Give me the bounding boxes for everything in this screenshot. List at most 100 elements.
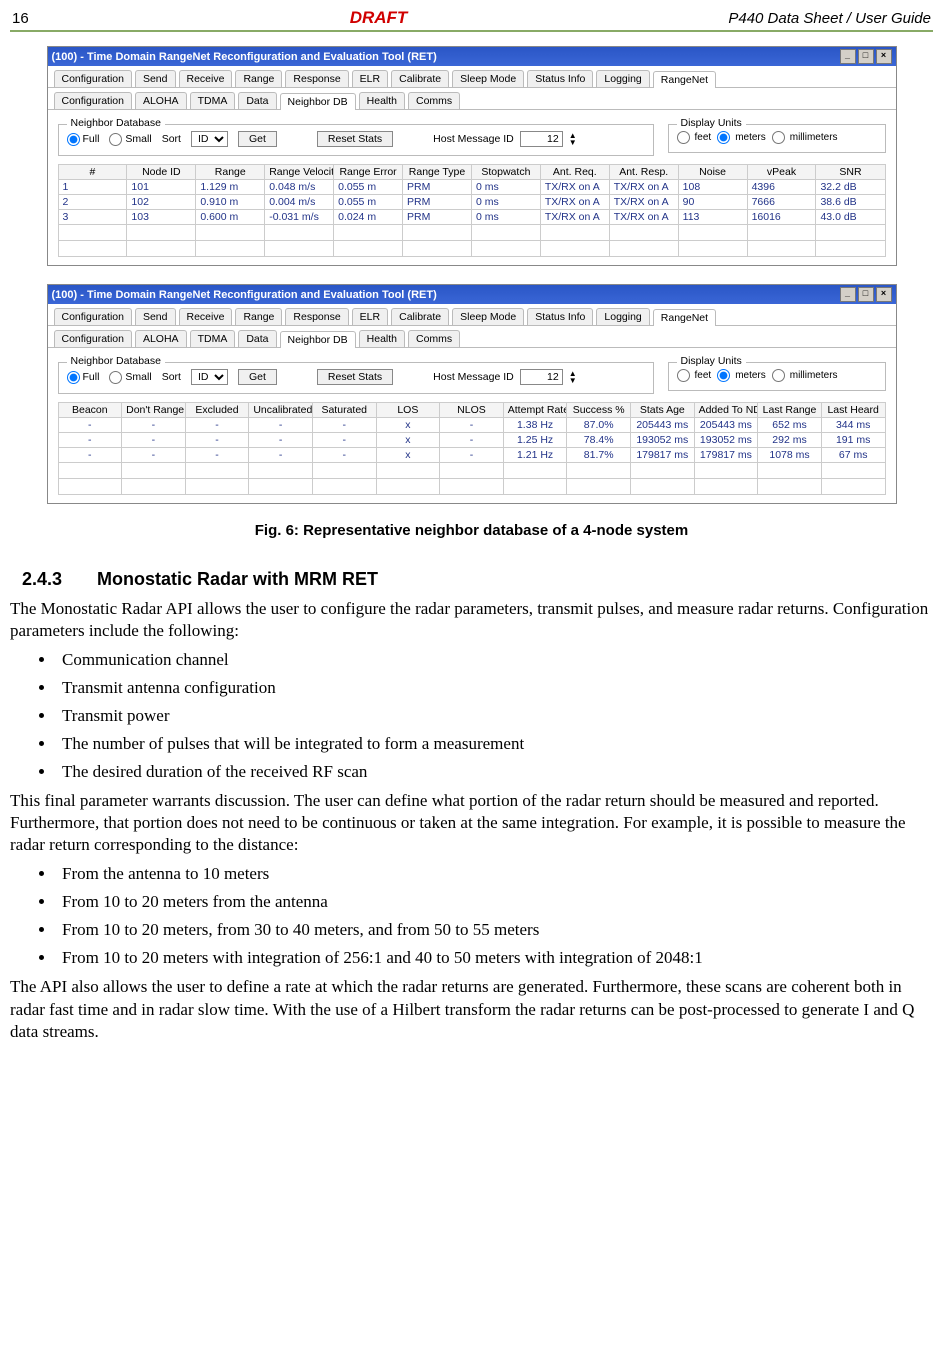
radio-millimeters-2[interactable]: millimeters xyxy=(772,369,838,382)
close-icon[interactable]: × xyxy=(876,49,892,64)
column-header[interactable]: Uncalibrated xyxy=(249,403,313,418)
tab-sleep-mode[interactable]: Sleep Mode xyxy=(452,308,524,325)
table-row[interactable]: 21020.910 m0.004 m/s0.055 mPRM0 msTX/RX … xyxy=(58,195,885,210)
reset-stats-button[interactable]: Reset Stats xyxy=(317,131,393,147)
bullet-list-1: Communication channelTransmit antenna co… xyxy=(38,650,933,782)
column-header[interactable]: Excluded xyxy=(185,403,249,418)
tab-elr[interactable]: ELR xyxy=(352,70,388,87)
maximize-icon[interactable]: □ xyxy=(858,49,874,64)
tab-range[interactable]: Range xyxy=(235,70,282,87)
tab-send[interactable]: Send xyxy=(135,70,176,87)
column-header[interactable]: Stopwatch xyxy=(471,165,540,180)
tab-calibrate[interactable]: Calibrate xyxy=(391,308,449,325)
ret-window-2: (100) - Time Domain RangeNet Reconfigura… xyxy=(47,284,897,504)
tab-configuration[interactable]: Configuration xyxy=(54,70,132,87)
table-row[interactable]: 11011.129 m0.048 m/s0.055 mPRM0 msTX/RX … xyxy=(58,180,885,195)
radio-full[interactable]: Full xyxy=(67,133,100,146)
column-header[interactable]: Saturated xyxy=(312,403,376,418)
column-header[interactable]: Attempt Rate xyxy=(503,403,567,418)
tab-receive[interactable]: Receive xyxy=(179,70,233,87)
tab-status-info[interactable]: Status Info xyxy=(527,308,593,325)
table-row[interactable]: -----x-1.25 Hz78.4%193052 ms193052 ms292… xyxy=(58,433,885,448)
spinner-icon[interactable]: ▲▼ xyxy=(569,370,577,384)
tab-rangenet[interactable]: RangeNet xyxy=(653,71,716,88)
column-header[interactable]: NLOS xyxy=(440,403,504,418)
tab-receive[interactable]: Receive xyxy=(179,308,233,325)
tab-health[interactable]: Health xyxy=(359,92,405,109)
column-header[interactable]: Last Heard xyxy=(821,403,885,418)
minimize-icon[interactable]: _ xyxy=(840,49,856,64)
tab-tdma[interactable]: TDMA xyxy=(190,330,236,347)
column-header[interactable]: # xyxy=(58,165,127,180)
column-header[interactable]: Last Range xyxy=(758,403,822,418)
tab-calibrate[interactable]: Calibrate xyxy=(391,70,449,87)
sort-select[interactable]: ID xyxy=(191,131,228,147)
window-title: (100) - Time Domain RangeNet Reconfigura… xyxy=(52,51,437,63)
list-item: The desired duration of the received RF … xyxy=(56,762,933,782)
tab-data[interactable]: Data xyxy=(238,92,276,109)
get-button-2[interactable]: Get xyxy=(238,369,277,385)
radio-meters-2[interactable]: meters xyxy=(717,369,766,382)
tab-status-info[interactable]: Status Info xyxy=(527,70,593,87)
table-row[interactable]: -----x-1.21 Hz81.7%179817 ms179817 ms107… xyxy=(58,448,885,463)
tab-aloha[interactable]: ALOHA xyxy=(135,330,187,347)
tab-aloha[interactable]: ALOHA xyxy=(135,92,187,109)
list-item: From 10 to 20 meters with integration of… xyxy=(56,948,933,968)
column-header[interactable]: Ant. Resp. xyxy=(609,165,678,180)
column-header[interactable]: vPeak xyxy=(747,165,816,180)
host-message-id-input-2[interactable] xyxy=(520,369,563,385)
tab-send[interactable]: Send xyxy=(135,308,176,325)
radio-millimeters[interactable]: millimeters xyxy=(772,131,838,144)
paragraph-3: The API also allows the user to define a… xyxy=(10,976,933,1042)
radio-feet[interactable]: feet xyxy=(677,131,712,144)
tab-data[interactable]: Data xyxy=(238,330,276,347)
column-header[interactable]: Range Error xyxy=(334,165,403,180)
tab-neighbor-db[interactable]: Neighbor DB xyxy=(280,93,356,110)
column-header[interactable]: Success % xyxy=(567,403,631,418)
get-button[interactable]: Get xyxy=(238,131,277,147)
tab-health[interactable]: Health xyxy=(359,330,405,347)
tab-response[interactable]: Response xyxy=(285,70,348,87)
host-message-id-input[interactable] xyxy=(520,131,563,147)
tab-comms[interactable]: Comms xyxy=(408,92,460,109)
tab-tdma[interactable]: TDMA xyxy=(190,92,236,109)
column-header[interactable]: LOS xyxy=(376,403,440,418)
tab-rangenet[interactable]: RangeNet xyxy=(653,309,716,326)
column-header[interactable]: Stats Age xyxy=(630,403,694,418)
tab-response[interactable]: Response xyxy=(285,308,348,325)
column-header[interactable]: SNR xyxy=(816,165,885,180)
radio-full-2[interactable]: Full xyxy=(67,371,100,384)
column-header[interactable]: Range Velocity xyxy=(265,165,334,180)
column-header[interactable]: Beacon xyxy=(58,403,122,418)
tab-sleep-mode[interactable]: Sleep Mode xyxy=(452,70,524,87)
tab-logging[interactable]: Logging xyxy=(596,70,649,87)
tab-neighbor-db[interactable]: Neighbor DB xyxy=(280,331,356,348)
tab-configuration[interactable]: Configuration xyxy=(54,92,132,109)
column-header[interactable]: Noise xyxy=(678,165,747,180)
table-row[interactable]: 31030.600 m-0.031 m/s0.024 mPRM0 msTX/RX… xyxy=(58,210,885,225)
sort-select-2[interactable]: ID xyxy=(191,369,228,385)
radio-meters[interactable]: meters xyxy=(717,131,766,144)
tab-range[interactable]: Range xyxy=(235,308,282,325)
sub-tabs-1: ConfigurationALOHATDMADataNeighbor DBHea… xyxy=(48,88,896,110)
radio-small[interactable]: Small xyxy=(109,133,151,146)
maximize-icon[interactable]: □ xyxy=(858,287,874,302)
tab-configuration[interactable]: Configuration xyxy=(54,308,132,325)
spinner-icon[interactable]: ▲▼ xyxy=(569,132,577,146)
tab-elr[interactable]: ELR xyxy=(352,308,388,325)
tab-configuration[interactable]: Configuration xyxy=(54,330,132,347)
column-header[interactable]: Range xyxy=(196,165,265,180)
tab-comms[interactable]: Comms xyxy=(408,330,460,347)
close-icon[interactable]: × xyxy=(876,287,892,302)
reset-stats-button-2[interactable]: Reset Stats xyxy=(317,369,393,385)
column-header[interactable]: Ant. Req. xyxy=(540,165,609,180)
tab-logging[interactable]: Logging xyxy=(596,308,649,325)
column-header[interactable]: Added To NDB xyxy=(694,403,758,418)
column-header[interactable]: Node ID xyxy=(127,165,196,180)
radio-feet-2[interactable]: feet xyxy=(677,369,712,382)
radio-small-2[interactable]: Small xyxy=(109,371,151,384)
table-row[interactable]: -----x-1.38 Hz87.0%205443 ms205443 ms652… xyxy=(58,418,885,433)
column-header[interactable]: Range Type xyxy=(403,165,472,180)
minimize-icon[interactable]: _ xyxy=(840,287,856,302)
column-header[interactable]: Don't Range xyxy=(122,403,186,418)
